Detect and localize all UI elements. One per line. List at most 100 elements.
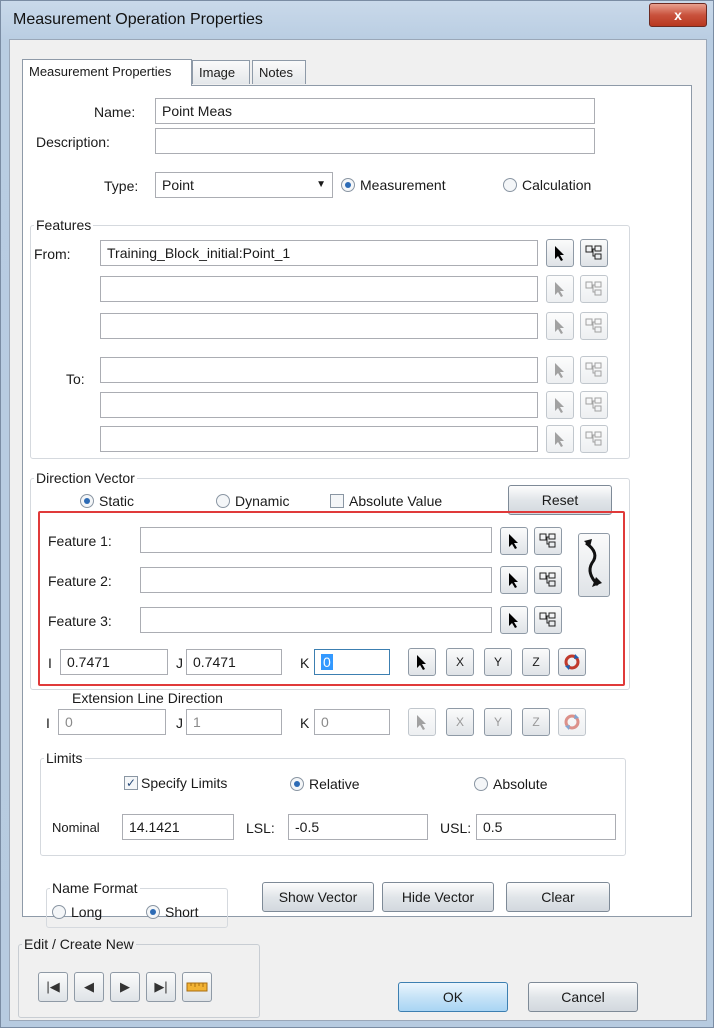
feature-tree-button[interactable] xyxy=(580,391,608,419)
ruler-icon xyxy=(186,982,208,992)
pick-feature-button[interactable] xyxy=(546,312,574,340)
i-vector-field[interactable]: 0.7471 xyxy=(60,649,168,675)
feature-tree-button[interactable] xyxy=(580,275,608,303)
flip-direction-button[interactable] xyxy=(578,533,610,597)
specify-limits-label: Specify Limits xyxy=(141,775,228,791)
j-label: J xyxy=(176,655,183,671)
calculation-radio[interactable] xyxy=(503,178,517,192)
cursor-arrow-icon xyxy=(417,715,426,730)
feature-1-tree-button[interactable] xyxy=(534,527,562,555)
feature-tree-button[interactable] xyxy=(580,312,608,340)
absolute-radio[interactable] xyxy=(474,777,488,791)
next-record-button[interactable]: ▶ xyxy=(110,972,140,1002)
feature-2-label: Feature 2: xyxy=(48,573,112,589)
type-combo[interactable]: Point ▼ xyxy=(155,172,333,198)
static-radio-label: Static xyxy=(99,493,135,509)
ext-z-button[interactable]: Z xyxy=(522,708,550,736)
tab-measurement-properties[interactable]: Measurement Properties xyxy=(22,59,192,86)
name-label: Name: xyxy=(94,104,136,120)
reverse-vector-button[interactable] xyxy=(558,648,586,676)
previous-record-button[interactable]: ◀ xyxy=(74,972,104,1002)
short-radio[interactable] xyxy=(146,905,160,919)
window-title: Measurement Operation Properties xyxy=(13,11,263,28)
description-label: Description: xyxy=(36,134,110,150)
from-label: From: xyxy=(34,246,71,262)
feature-tree-button[interactable] xyxy=(580,356,608,384)
pick-vector-button[interactable] xyxy=(408,648,436,676)
dynamic-radio[interactable] xyxy=(216,494,230,508)
show-vector-button[interactable]: Show Vector xyxy=(262,882,374,912)
from-feature-field-3[interactable] xyxy=(100,313,538,339)
clear-button[interactable]: Clear xyxy=(506,882,610,912)
pick-feature-button[interactable] xyxy=(546,239,574,267)
j-vector-field[interactable]: 0.7471 xyxy=(186,649,282,675)
pick-feature-3-button[interactable] xyxy=(500,606,528,634)
feature-2-tree-button[interactable] xyxy=(534,566,562,594)
feature-3-field[interactable] xyxy=(140,607,492,633)
feature-tree-button[interactable] xyxy=(580,425,608,453)
from-feature-field-1[interactable]: Training_Block_initial:Point_1 xyxy=(100,240,538,266)
to-feature-field-3[interactable] xyxy=(100,426,538,452)
measurement-radio[interactable] xyxy=(341,178,355,192)
static-radio[interactable] xyxy=(80,494,94,508)
usl-field[interactable]: 0.5 xyxy=(476,814,616,840)
ext-y-button[interactable]: Y xyxy=(484,708,512,736)
pick-feature-button[interactable] xyxy=(546,275,574,303)
limits-title: Limits xyxy=(44,750,85,766)
ext-pick-button[interactable] xyxy=(408,708,436,736)
hide-vector-button[interactable]: Hide Vector xyxy=(382,882,494,912)
tab-image[interactable]: Image xyxy=(192,60,250,84)
from-feature-field-2[interactable] xyxy=(100,276,538,302)
pick-feature-1-button[interactable] xyxy=(500,527,528,555)
ext-i-field[interactable]: 0 xyxy=(58,709,166,735)
measurement-radio-label: Measurement xyxy=(360,177,446,193)
ext-reverse-button[interactable] xyxy=(558,708,586,736)
close-button[interactable]: x xyxy=(649,3,707,27)
k-label: K xyxy=(300,655,310,671)
ext-j-field[interactable]: 1 xyxy=(186,709,282,735)
pick-feature-2-button[interactable] xyxy=(500,566,528,594)
to-feature-field-2[interactable] xyxy=(100,392,538,418)
ext-x-button[interactable]: X xyxy=(446,708,474,736)
x-axis-button[interactable]: X xyxy=(446,648,474,676)
usl-label: USL: xyxy=(440,820,472,836)
ext-i-label: I xyxy=(46,715,50,731)
feature-tree-icon xyxy=(585,397,602,412)
refresh-icon xyxy=(564,714,580,730)
last-record-button[interactable]: ▶| xyxy=(146,972,176,1002)
absolute-value-checkbox[interactable] xyxy=(330,494,344,508)
title-bar[interactable]: Measurement Operation Properties x xyxy=(1,1,713,39)
long-radio[interactable] xyxy=(52,905,66,919)
specify-limits-checkbox[interactable]: ✓ xyxy=(124,776,138,790)
first-record-button[interactable]: |◀ xyxy=(38,972,68,1002)
k-vector-value: 0 xyxy=(321,654,333,670)
feature-3-tree-button[interactable] xyxy=(534,606,562,634)
feature-tree-icon xyxy=(585,245,602,260)
nominal-field[interactable]: 14.1421 xyxy=(122,814,234,840)
feature-2-field[interactable] xyxy=(140,567,492,593)
name-field[interactable]: Point Meas xyxy=(155,98,595,124)
ok-button[interactable]: OK xyxy=(398,982,508,1012)
description-field[interactable] xyxy=(155,128,595,154)
features-group-title: Features xyxy=(34,217,94,233)
pick-feature-button[interactable] xyxy=(546,391,574,419)
relative-radio[interactable] xyxy=(290,777,304,791)
feature-tree-icon xyxy=(539,533,556,548)
tab-notes[interactable]: Notes xyxy=(252,60,306,84)
lsl-field[interactable]: -0.5 xyxy=(288,814,428,840)
pick-feature-button[interactable] xyxy=(546,356,574,384)
ext-k-field[interactable]: 0 xyxy=(314,709,390,735)
cursor-arrow-icon xyxy=(555,319,564,334)
relative-radio-label: Relative xyxy=(309,776,360,792)
pick-feature-button[interactable] xyxy=(546,425,574,453)
nominal-label: Nominal xyxy=(52,820,100,835)
cancel-button[interactable]: Cancel xyxy=(528,982,638,1012)
k-vector-field[interactable]: 0 xyxy=(314,649,390,675)
cursor-arrow-icon xyxy=(509,534,518,549)
feature-1-field[interactable] xyxy=(140,527,492,553)
to-feature-field-1[interactable] xyxy=(100,357,538,383)
z-axis-button[interactable]: Z xyxy=(522,648,550,676)
feature-tree-button[interactable] xyxy=(580,239,608,267)
y-axis-button[interactable]: Y xyxy=(484,648,512,676)
new-record-button[interactable] xyxy=(182,972,212,1002)
